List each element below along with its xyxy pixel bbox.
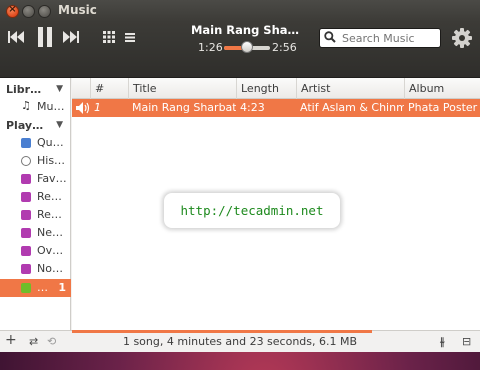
table-row[interactable]: 1 Main Rang Sharbato 4:23 Atif Aslam & C… (72, 99, 480, 117)
expand-arrow-icon: ▼ (56, 84, 63, 94)
sidebar-item-music[interactable]: ♫ Mu… (0, 98, 71, 116)
status-text: 1 song, 4 minutes and 23 seconds, 6.1 MB (122, 335, 358, 348)
info-pane-icon: ⊟ (462, 335, 472, 348)
next-icon (63, 31, 79, 43)
sidebar-item-label: … (37, 281, 48, 294)
sidebar-item-label: Ne… (37, 226, 63, 239)
library-header-label: Libr… (6, 82, 42, 96)
playlists-header[interactable]: Play… ▼ (0, 116, 71, 134)
seek-handle[interactable] (240, 41, 253, 53)
playlist-icon (21, 174, 31, 184)
playlist-icon (21, 228, 31, 238)
seek-slider[interactable] (224, 41, 270, 53)
gear-icon (452, 28, 472, 48)
total-time: 2:56 (272, 41, 297, 54)
sidebar-item-label: Fav… (37, 172, 67, 185)
speaker-icon (72, 99, 90, 117)
search-icon (324, 30, 342, 46)
search-box[interactable] (319, 28, 441, 48)
sidebar-item-label: No… (37, 262, 63, 275)
grid-icon (103, 31, 115, 43)
sidebar-item-favorites[interactable]: Fav… (0, 170, 71, 188)
sidebar-item-queue[interactable]: Qu… (0, 134, 71, 152)
music-note-icon: ♫ (21, 99, 31, 112)
sidebar-item-playlist[interactable]: Ov… (0, 242, 71, 260)
playlist-icon (21, 192, 31, 202)
track-title: Main Rang Sharbato (132, 101, 236, 114)
playlist-icon (21, 210, 31, 220)
title-bar: × Music (0, 0, 480, 22)
watermark-url: http://tecadmin.net (164, 193, 340, 228)
now-playing-title: Main Rang Sha… (190, 23, 300, 37)
sidebar-item-label: Ov… (37, 244, 64, 257)
column-header-title[interactable]: Title (128, 78, 236, 99)
sidebar-item-label: Re… (37, 208, 62, 221)
sidebar-item-history[interactable]: His… (0, 152, 71, 170)
column-header-bar: # Title Length Artist Album (72, 78, 480, 99)
history-icon (21, 156, 31, 166)
sidebar-item-playlist[interactable]: No… (0, 260, 71, 278)
equalizer-icon: ⫳ (440, 335, 445, 348)
library-header[interactable]: Libr… ▼ (0, 80, 71, 98)
sidebar-item-label: Re… (37, 190, 62, 203)
list-view-button[interactable] (124, 31, 136, 43)
sidebar-item-label: Qu… (37, 136, 64, 149)
settings-button[interactable] (451, 27, 473, 49)
sidebar-item-label: His… (37, 154, 66, 167)
search-input[interactable] (342, 31, 438, 45)
elapsed-time: 1:26 (198, 41, 223, 54)
expand-arrow-icon: ▼ (56, 120, 63, 130)
window-title: Music (58, 3, 97, 17)
column-header-playing[interactable] (72, 78, 90, 99)
sidebar-item-label: Mu… (37, 100, 65, 113)
shuffle-button[interactable]: ⇄ (29, 335, 38, 348)
list-icon (125, 33, 135, 42)
close-window-button[interactable]: × (6, 4, 19, 18)
track-number: 1 (94, 101, 101, 114)
plus-icon: + (5, 332, 17, 348)
track-album: Phata Poster (408, 101, 478, 114)
toggle-info-pane-button[interactable]: ⊟ (462, 335, 471, 348)
pause-button[interactable] (36, 27, 54, 47)
previous-track-button[interactable] (8, 30, 24, 44)
sidebar-item-active[interactable]: … 1 (0, 279, 71, 297)
queue-icon (21, 138, 31, 148)
sidebar: Libr… ▼ ♫ Mu… Play… ▼ Qu… His… Fav… Re… (0, 78, 71, 330)
track-artist: Atif Aslam & Chinm (300, 101, 404, 114)
maximize-window-button[interactable] (38, 5, 51, 18)
previous-icon (8, 31, 24, 43)
minimize-window-button[interactable] (22, 5, 35, 18)
track-length: 4:23 (240, 101, 265, 114)
playlists-header-label: Play… (6, 118, 44, 132)
playlist-icon (21, 264, 31, 274)
status-bar: + ⇄ ⟲ 1 song, 4 minutes and 23 seconds, … (0, 330, 480, 352)
pause-icon (38, 27, 52, 47)
repeat-button[interactable]: ⟲ (47, 335, 56, 348)
repeat-icon: ⟲ (47, 335, 57, 348)
grid-view-button[interactable] (103, 31, 115, 43)
playlist-icon (21, 246, 31, 256)
sidebar-item-playlist[interactable]: Ne… (0, 224, 71, 242)
sidebar-item-playlist[interactable]: Re… (0, 206, 71, 224)
status-progress-line (72, 330, 372, 333)
music-window: × Music Main Rang Sha… 1:26 2:56 Search … (0, 0, 480, 352)
shuffle-icon: ⇄ (29, 335, 39, 348)
add-playlist-icon (21, 283, 31, 293)
equalizer-button[interactable]: ⫳ (440, 335, 445, 349)
add-playlist-button[interactable]: + (5, 332, 17, 348)
column-header-number[interactable]: # (90, 78, 128, 99)
close-icon: × (8, 4, 17, 15)
column-header-album[interactable]: Album (404, 78, 480, 99)
next-track-button[interactable] (63, 30, 79, 44)
item-count-badge: 1 (58, 281, 66, 294)
column-header-artist[interactable]: Artist (296, 78, 404, 99)
sidebar-item-playlist[interactable]: Re… (0, 188, 71, 206)
column-header-length[interactable]: Length (236, 78, 296, 99)
